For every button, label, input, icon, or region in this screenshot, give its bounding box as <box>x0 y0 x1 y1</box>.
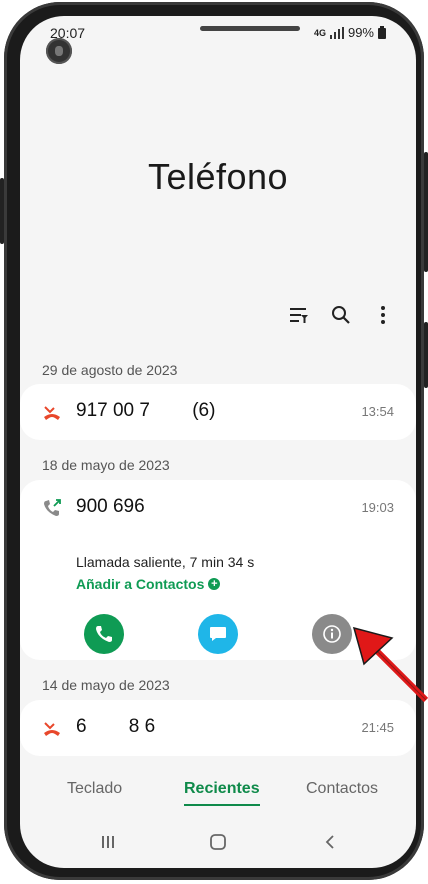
call-time: 21:45 <box>361 720 394 735</box>
message-button[interactable] <box>198 614 238 654</box>
tab-keypad[interactable]: Teclado <box>67 780 122 798</box>
volume-button <box>0 178 4 244</box>
network-label: 4G <box>313 27 326 38</box>
call-log-card[interactable]: 6 8 6 21:45 <box>20 700 416 756</box>
toolbar <box>288 304 394 326</box>
annotation-arrow-icon <box>352 626 428 703</box>
missed-call-icon <box>44 406 60 420</box>
page-title: Teléfono <box>147 156 289 197</box>
missed-call-icon <box>44 722 60 736</box>
add-to-contacts-link[interactable]: Añadir a Contactos + <box>76 576 221 592</box>
bixby-button <box>424 322 428 388</box>
call-button[interactable] <box>84 614 124 654</box>
plus-icon: + <box>208 578 221 590</box>
info-icon <box>323 625 341 643</box>
call-detail: Llamada saliente, 7 min 34 s <box>76 554 255 570</box>
phone-icon <box>96 626 112 642</box>
battery-icon <box>378 26 386 39</box>
status-icons: 4G 99% <box>314 25 386 40</box>
outgoing-call-icon <box>44 499 61 516</box>
search-icon[interactable] <box>330 304 352 326</box>
signal-icon <box>329 26 344 39</box>
date-header: 29 de agosto de 2023 <box>42 362 178 378</box>
call-log-row[interactable]: 6 8 6 21:45 <box>20 700 416 756</box>
tab-contacts[interactable]: Contactos <box>306 780 378 798</box>
status-bar: 20:07 4G 99% <box>20 22 416 44</box>
call-number: 900 696 <box>76 496 145 517</box>
navigation-bar <box>20 822 416 862</box>
front-camera <box>46 38 72 64</box>
active-tab-indicator <box>184 804 260 806</box>
phone-frame: 20:07 4G 99% Teléfono 29 de agosto de 20… <box>0 2 428 880</box>
tab-recents[interactable]: Recientes <box>184 780 260 806</box>
power-button <box>424 152 428 272</box>
tab-recents-label: Recientes <box>184 780 260 797</box>
call-log-card[interactable]: 917 00 7 (6) 13:54 <box>20 384 416 440</box>
battery-text: 99% <box>347 25 374 40</box>
recent-apps-icon[interactable] <box>98 832 118 852</box>
date-header: 14 de mayo de 2023 <box>42 677 170 693</box>
info-button[interactable] <box>312 614 352 654</box>
home-icon[interactable] <box>208 832 228 852</box>
more-vertical-icon[interactable] <box>372 304 394 326</box>
call-log-row[interactable]: 917 00 7 (6) 13:54 <box>20 384 416 440</box>
back-icon[interactable] <box>320 832 340 852</box>
call-number: 6 8 6 <box>76 716 156 737</box>
call-number: 917 00 7 (6) <box>76 400 216 421</box>
screen: 20:07 4G 99% Teléfono 29 de agosto de 20… <box>20 16 416 868</box>
filter-icon[interactable] <box>288 304 310 326</box>
date-header: 18 de mayo de 2023 <box>42 457 170 473</box>
message-icon <box>210 627 226 641</box>
add-to-contacts-label: Añadir a Contactos <box>76 576 205 592</box>
call-time: 13:54 <box>361 404 394 419</box>
bottom-tabs: Teclado Recientes Contactos <box>20 776 416 812</box>
call-log-row[interactable]: 900 696 19:03 <box>20 480 416 536</box>
call-time: 19:03 <box>361 500 394 515</box>
